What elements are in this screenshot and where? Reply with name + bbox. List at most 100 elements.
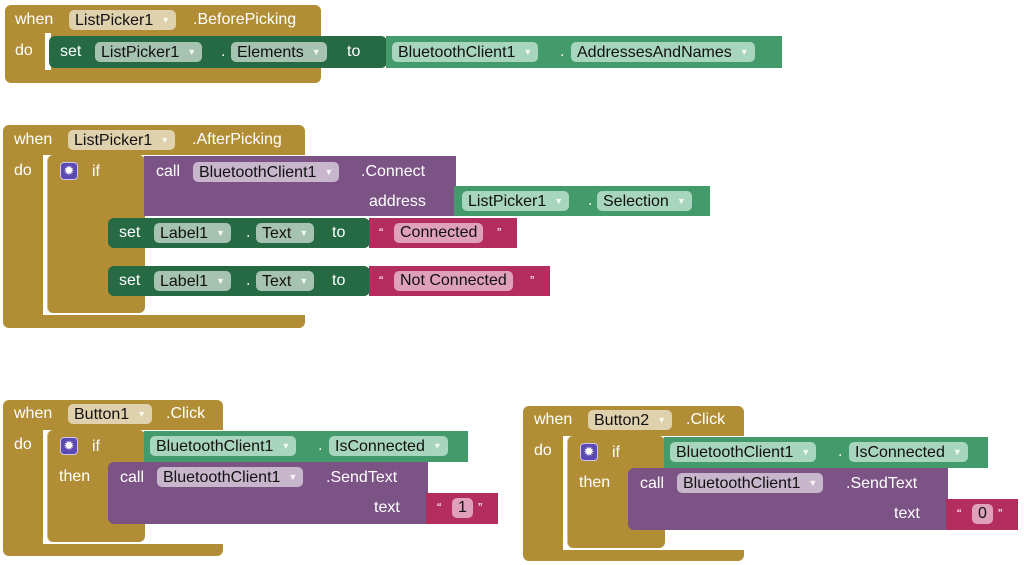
dot-label: . [221, 43, 226, 60]
when-label: when [14, 405, 53, 422]
dot-label: . [246, 272, 251, 289]
component-name: ListPicker1 [75, 12, 154, 29]
property-dropdown[interactable]: IsConnected ▼ [849, 442, 968, 462]
property-dropdown[interactable]: Text ▼ [256, 223, 315, 243]
getter-block-bluetoothclient1-isconnected[interactable]: BluetoothClient1 ▼ . IsConnected ▼ [144, 431, 468, 462]
dropdown-arrow-icon: ▼ [160, 135, 170, 145]
dropdown-arrow-icon: ▼ [952, 447, 962, 457]
call-block-bluetoothclient1-sendtext[interactable]: call BluetoothClient1 ▼ .SendText text [628, 468, 948, 530]
call-block-bluetoothclient1-connect[interactable]: call BluetoothClient1 ▼ .Connect address [144, 156, 456, 216]
component-dropdown[interactable]: ListPicker1 ▼ [68, 130, 176, 150]
mutator-gear-icon[interactable]: ✹ [580, 443, 598, 461]
mutator-gear-icon[interactable]: ✹ [60, 162, 78, 180]
call-label: call [120, 469, 145, 486]
text-value-field[interactable]: 0 [972, 504, 993, 524]
to-label: to [332, 272, 346, 289]
open-quote: “ [379, 273, 384, 288]
call-block-bluetoothclient1-sendtext[interactable]: call BluetoothClient1 ▼ .SendText text [108, 462, 428, 524]
dot-label: . [588, 192, 593, 209]
dropdown-arrow-icon: ▼ [523, 47, 533, 57]
open-quote: “ [437, 500, 442, 515]
dropdown-arrow-icon: ▼ [187, 47, 197, 57]
component-dropdown[interactable]: ListPicker1 ▼ [462, 191, 570, 211]
component-dropdown[interactable]: BluetoothClient1 ▼ [193, 162, 340, 182]
dropdown-arrow-icon: ▼ [739, 47, 749, 57]
component-dropdown[interactable]: Label1 ▼ [154, 223, 231, 243]
method-name: .SendText [846, 475, 918, 492]
property-dropdown[interactable]: Elements ▼ [231, 42, 327, 62]
do-label: do [15, 42, 33, 59]
component-dropdown[interactable]: Button2 ▼ [588, 410, 673, 430]
component-dropdown[interactable]: BluetoothClient1 ▼ [157, 467, 304, 487]
call-label: call [156, 163, 181, 180]
dropdown-arrow-icon: ▼ [676, 196, 686, 206]
dropdown-arrow-icon: ▼ [299, 228, 309, 238]
event-name: .Click [166, 405, 206, 422]
component-dropdown[interactable]: Button1 ▼ [68, 404, 153, 424]
dropdown-arrow-icon: ▼ [299, 276, 309, 286]
dropdown-arrow-icon: ▼ [657, 415, 667, 425]
when-label: when [534, 411, 573, 428]
event-name: .Click [686, 411, 726, 428]
property-dropdown[interactable]: AddressesAndNames ▼ [571, 42, 755, 62]
getter-block-listpicker1-selection[interactable]: ListPicker1 ▼ . Selection ▼ [454, 186, 710, 216]
component-dropdown[interactable]: ListPicker1 ▼ [95, 42, 203, 62]
dot-label: . [838, 443, 843, 460]
text-value-field[interactable]: 1 [452, 498, 473, 518]
text-value-field[interactable]: Connected [394, 223, 484, 243]
do-label: do [14, 436, 32, 453]
dropdown-arrow-icon: ▼ [324, 167, 334, 177]
method-name: .SendText [326, 469, 398, 486]
when-label: when [14, 131, 53, 148]
open-quote: “ [957, 506, 962, 521]
property-dropdown[interactable]: Selection ▼ [597, 191, 692, 211]
setter-block-label1-text-else[interactable]: set Label1 ▼ . Text ▼ to [108, 266, 370, 296]
close-quote: ” [497, 225, 502, 240]
close-quote: ” [530, 273, 535, 288]
dot-label: . [560, 43, 565, 60]
then-label: then [59, 468, 91, 485]
component-dropdown[interactable]: BluetoothClient1 ▼ [150, 436, 297, 456]
text-block-0[interactable]: “ 0 ” [946, 499, 1018, 530]
property-dropdown[interactable]: IsConnected ▼ [329, 436, 448, 456]
dropdown-arrow-icon: ▼ [281, 441, 291, 451]
component-dropdown[interactable]: BluetoothClient1 ▼ [392, 42, 539, 62]
component-dropdown[interactable]: BluetoothClient1 ▼ [677, 473, 824, 493]
dropdown-arrow-icon: ▼ [801, 447, 811, 457]
setter-block-label1-text-then[interactable]: set Label1 ▼ . Text ▼ to [108, 218, 370, 248]
dropdown-arrow-icon: ▼ [432, 441, 442, 451]
call-label: call [640, 475, 665, 492]
do-label: do [14, 162, 32, 179]
if-label: if [612, 444, 620, 461]
component-dropdown[interactable]: BluetoothClient1 ▼ [670, 442, 817, 462]
open-quote: “ [379, 225, 384, 240]
getter-block-bluetoothclient1-isconnected[interactable]: BluetoothClient1 ▼ . IsConnected ▼ [664, 437, 988, 468]
dropdown-arrow-icon: ▼ [216, 228, 225, 238]
property-dropdown[interactable]: Text ▼ [256, 271, 315, 291]
dropdown-arrow-icon: ▼ [288, 472, 298, 482]
dropdown-arrow-icon: ▼ [137, 409, 147, 419]
mutator-gear-icon[interactable]: ✹ [60, 437, 78, 455]
address-arg-label: address [369, 193, 426, 210]
text-value-field[interactable]: Not Connected [394, 271, 513, 291]
getter-block-bluetoothclient1-addressesandnames[interactable]: BluetoothClient1 ▼ . AddressesAndNames ▼ [386, 36, 782, 68]
event-name: .AfterPicking [192, 131, 282, 148]
component-dropdown[interactable]: ListPicker1 ▼ [69, 10, 177, 30]
text-block-not-connected[interactable]: “ Not Connected ” [369, 266, 550, 296]
if-label: if [92, 438, 100, 455]
dropdown-arrow-icon: ▼ [311, 47, 321, 57]
then-label: then [579, 474, 611, 491]
close-quote: ” [478, 500, 483, 515]
component-dropdown[interactable]: Label1 ▼ [154, 271, 231, 291]
text-block-connected[interactable]: “ Connected ” [369, 218, 517, 248]
method-name: .Connect [361, 163, 426, 180]
dropdown-arrow-icon: ▼ [554, 196, 564, 206]
dot-label: . [318, 437, 323, 454]
text-arg-label: text [894, 505, 920, 522]
text-block-1[interactable]: “ 1 ” [426, 493, 498, 524]
event-name: .BeforePicking [193, 11, 297, 28]
to-label: to [347, 43, 361, 60]
set-label: set [119, 224, 141, 241]
setter-block-listpicker1-elements[interactable]: set ListPicker1 ▼ . Elements ▼ to [49, 36, 387, 68]
set-label: set [60, 43, 82, 60]
